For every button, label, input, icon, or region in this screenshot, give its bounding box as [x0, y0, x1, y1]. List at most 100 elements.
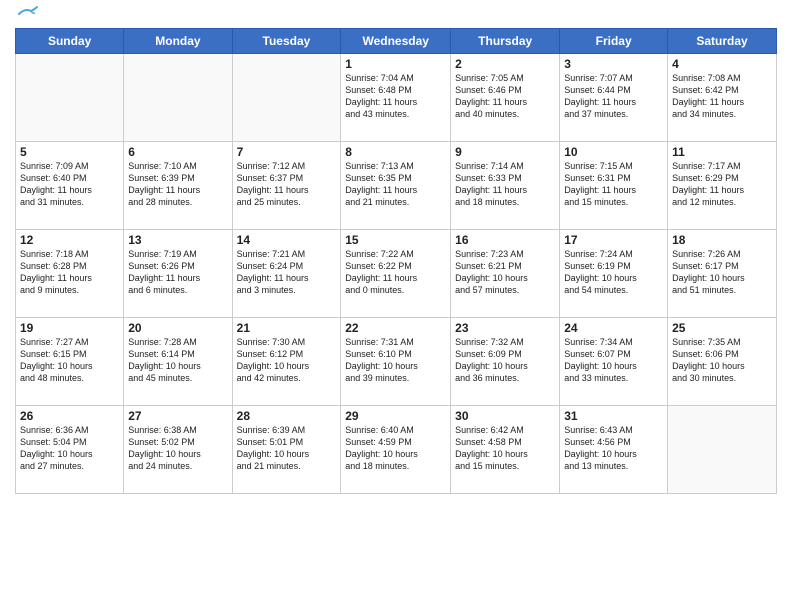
day-cell-2: 2Sunrise: 7:05 AM Sunset: 6:46 PM Daylig… — [451, 54, 560, 142]
header — [15, 10, 777, 22]
day-info: Sunrise: 7:09 AM Sunset: 6:40 PM Dayligh… — [20, 160, 119, 209]
day-cell-18: 18Sunrise: 7:26 AM Sunset: 6:17 PM Dayli… — [668, 230, 777, 318]
day-number: 2 — [455, 57, 555, 71]
day-info: Sunrise: 7:13 AM Sunset: 6:35 PM Dayligh… — [345, 160, 446, 209]
day-number: 11 — [672, 145, 772, 159]
day-cell-28: 28Sunrise: 6:39 AM Sunset: 5:01 PM Dayli… — [232, 406, 341, 494]
day-cell-14: 14Sunrise: 7:21 AM Sunset: 6:24 PM Dayli… — [232, 230, 341, 318]
day-info: Sunrise: 6:38 AM Sunset: 5:02 PM Dayligh… — [128, 424, 227, 473]
day-info: Sunrise: 7:18 AM Sunset: 6:28 PM Dayligh… — [20, 248, 119, 297]
day-info: Sunrise: 7:21 AM Sunset: 6:24 PM Dayligh… — [237, 248, 337, 297]
day-info: Sunrise: 7:28 AM Sunset: 6:14 PM Dayligh… — [128, 336, 227, 385]
day-cell-30: 30Sunrise: 6:42 AM Sunset: 4:58 PM Dayli… — [451, 406, 560, 494]
day-info: Sunrise: 7:22 AM Sunset: 6:22 PM Dayligh… — [345, 248, 446, 297]
day-cell-empty-0-2 — [232, 54, 341, 142]
day-cell-26: 26Sunrise: 6:36 AM Sunset: 5:04 PM Dayli… — [16, 406, 124, 494]
day-info: Sunrise: 7:07 AM Sunset: 6:44 PM Dayligh… — [564, 72, 663, 121]
day-number: 24 — [564, 321, 663, 335]
day-info: Sunrise: 7:15 AM Sunset: 6:31 PM Dayligh… — [564, 160, 663, 209]
week-row-2: 5Sunrise: 7:09 AM Sunset: 6:40 PM Daylig… — [16, 142, 777, 230]
day-header-wednesday: Wednesday — [341, 29, 451, 54]
day-cell-10: 10Sunrise: 7:15 AM Sunset: 6:31 PM Dayli… — [560, 142, 668, 230]
day-info: Sunrise: 7:32 AM Sunset: 6:09 PM Dayligh… — [455, 336, 555, 385]
day-cell-15: 15Sunrise: 7:22 AM Sunset: 6:22 PM Dayli… — [341, 230, 451, 318]
day-number: 26 — [20, 409, 119, 423]
day-cell-5: 5Sunrise: 7:09 AM Sunset: 6:40 PM Daylig… — [16, 142, 124, 230]
week-row-1: 1Sunrise: 7:04 AM Sunset: 6:48 PM Daylig… — [16, 54, 777, 142]
day-number: 12 — [20, 233, 119, 247]
day-number: 5 — [20, 145, 119, 159]
day-cell-11: 11Sunrise: 7:17 AM Sunset: 6:29 PM Dayli… — [668, 142, 777, 230]
day-info: Sunrise: 7:14 AM Sunset: 6:33 PM Dayligh… — [455, 160, 555, 209]
day-info: Sunrise: 7:10 AM Sunset: 6:39 PM Dayligh… — [128, 160, 227, 209]
day-number: 16 — [455, 233, 555, 247]
day-info: Sunrise: 7:17 AM Sunset: 6:29 PM Dayligh… — [672, 160, 772, 209]
day-cell-29: 29Sunrise: 6:40 AM Sunset: 4:59 PM Dayli… — [341, 406, 451, 494]
calendar-table: SundayMondayTuesdayWednesdayThursdayFrid… — [15, 28, 777, 494]
day-header-saturday: Saturday — [668, 29, 777, 54]
day-cell-9: 9Sunrise: 7:14 AM Sunset: 6:33 PM Daylig… — [451, 142, 560, 230]
day-number: 31 — [564, 409, 663, 423]
day-number: 14 — [237, 233, 337, 247]
day-cell-empty-4-6 — [668, 406, 777, 494]
day-info: Sunrise: 7:31 AM Sunset: 6:10 PM Dayligh… — [345, 336, 446, 385]
day-number: 20 — [128, 321, 227, 335]
day-cell-23: 23Sunrise: 7:32 AM Sunset: 6:09 PM Dayli… — [451, 318, 560, 406]
page: SundayMondayTuesdayWednesdayThursdayFrid… — [0, 0, 792, 612]
day-cell-4: 4Sunrise: 7:08 AM Sunset: 6:42 PM Daylig… — [668, 54, 777, 142]
day-number: 29 — [345, 409, 446, 423]
day-info: Sunrise: 7:08 AM Sunset: 6:42 PM Dayligh… — [672, 72, 772, 121]
day-cell-24: 24Sunrise: 7:34 AM Sunset: 6:07 PM Dayli… — [560, 318, 668, 406]
day-cell-31: 31Sunrise: 6:43 AM Sunset: 4:56 PM Dayli… — [560, 406, 668, 494]
day-number: 17 — [564, 233, 663, 247]
day-info: Sunrise: 7:12 AM Sunset: 6:37 PM Dayligh… — [237, 160, 337, 209]
day-cell-empty-0-1 — [124, 54, 232, 142]
day-number: 8 — [345, 145, 446, 159]
day-cell-19: 19Sunrise: 7:27 AM Sunset: 6:15 PM Dayli… — [16, 318, 124, 406]
day-header-sunday: Sunday — [16, 29, 124, 54]
header-row: SundayMondayTuesdayWednesdayThursdayFrid… — [16, 29, 777, 54]
day-cell-1: 1Sunrise: 7:04 AM Sunset: 6:48 PM Daylig… — [341, 54, 451, 142]
day-cell-8: 8Sunrise: 7:13 AM Sunset: 6:35 PM Daylig… — [341, 142, 451, 230]
day-number: 15 — [345, 233, 446, 247]
day-info: Sunrise: 6:36 AM Sunset: 5:04 PM Dayligh… — [20, 424, 119, 473]
day-info: Sunrise: 7:34 AM Sunset: 6:07 PM Dayligh… — [564, 336, 663, 385]
day-info: Sunrise: 7:19 AM Sunset: 6:26 PM Dayligh… — [128, 248, 227, 297]
day-cell-13: 13Sunrise: 7:19 AM Sunset: 6:26 PM Dayli… — [124, 230, 232, 318]
day-header-thursday: Thursday — [451, 29, 560, 54]
day-header-tuesday: Tuesday — [232, 29, 341, 54]
day-cell-12: 12Sunrise: 7:18 AM Sunset: 6:28 PM Dayli… — [16, 230, 124, 318]
day-number: 10 — [564, 145, 663, 159]
day-cell-7: 7Sunrise: 7:12 AM Sunset: 6:37 PM Daylig… — [232, 142, 341, 230]
day-number: 9 — [455, 145, 555, 159]
day-info: Sunrise: 7:05 AM Sunset: 6:46 PM Dayligh… — [455, 72, 555, 121]
day-info: Sunrise: 7:24 AM Sunset: 6:19 PM Dayligh… — [564, 248, 663, 297]
day-cell-6: 6Sunrise: 7:10 AM Sunset: 6:39 PM Daylig… — [124, 142, 232, 230]
logo — [15, 14, 39, 22]
day-cell-27: 27Sunrise: 6:38 AM Sunset: 5:02 PM Dayli… — [124, 406, 232, 494]
week-row-3: 12Sunrise: 7:18 AM Sunset: 6:28 PM Dayli… — [16, 230, 777, 318]
day-number: 28 — [237, 409, 337, 423]
day-number: 13 — [128, 233, 227, 247]
day-info: Sunrise: 6:43 AM Sunset: 4:56 PM Dayligh… — [564, 424, 663, 473]
day-info: Sunrise: 6:40 AM Sunset: 4:59 PM Dayligh… — [345, 424, 446, 473]
day-info: Sunrise: 7:04 AM Sunset: 6:48 PM Dayligh… — [345, 72, 446, 121]
day-header-friday: Friday — [560, 29, 668, 54]
day-cell-22: 22Sunrise: 7:31 AM Sunset: 6:10 PM Dayli… — [341, 318, 451, 406]
day-number: 3 — [564, 57, 663, 71]
day-number: 27 — [128, 409, 227, 423]
day-info: Sunrise: 6:39 AM Sunset: 5:01 PM Dayligh… — [237, 424, 337, 473]
day-cell-empty-0-0 — [16, 54, 124, 142]
logo-bird-icon — [17, 6, 39, 22]
day-cell-25: 25Sunrise: 7:35 AM Sunset: 6:06 PM Dayli… — [668, 318, 777, 406]
day-cell-3: 3Sunrise: 7:07 AM Sunset: 6:44 PM Daylig… — [560, 54, 668, 142]
week-row-5: 26Sunrise: 6:36 AM Sunset: 5:04 PM Dayli… — [16, 406, 777, 494]
week-row-4: 19Sunrise: 7:27 AM Sunset: 6:15 PM Dayli… — [16, 318, 777, 406]
day-cell-21: 21Sunrise: 7:30 AM Sunset: 6:12 PM Dayli… — [232, 318, 341, 406]
day-info: Sunrise: 7:30 AM Sunset: 6:12 PM Dayligh… — [237, 336, 337, 385]
day-number: 23 — [455, 321, 555, 335]
day-cell-20: 20Sunrise: 7:28 AM Sunset: 6:14 PM Dayli… — [124, 318, 232, 406]
day-cell-16: 16Sunrise: 7:23 AM Sunset: 6:21 PM Dayli… — [451, 230, 560, 318]
day-number: 18 — [672, 233, 772, 247]
day-number: 6 — [128, 145, 227, 159]
